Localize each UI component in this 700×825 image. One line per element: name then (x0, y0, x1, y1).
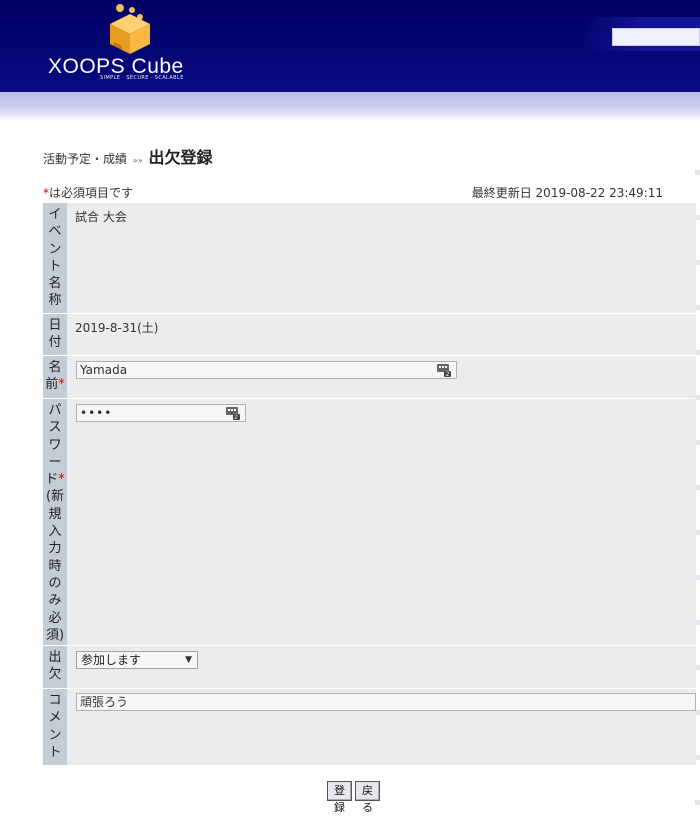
cube-logo-icon (110, 4, 150, 54)
attendance-row: 出欠 参加します ▼ (43, 646, 696, 688)
event-row: イベント名称 試合 大会 (43, 203, 696, 313)
attendance-select[interactable]: 参加します ▼ (76, 651, 198, 669)
logo-tagline: SIMPLE · SECURE · SCALABLE (100, 75, 184, 81)
xoops-cube-logo[interactable]: XOOPS Cube SIMPLE · SECURE · SCALABLE (44, 2, 209, 88)
back-button[interactable]: 戻る (355, 781, 380, 814)
password-input-value: •••• (80, 406, 113, 420)
name-row: 名前* Yamada 2 (43, 356, 696, 398)
name-input-value: Yamada (80, 363, 128, 377)
required-note-text: は必須項目です (49, 186, 134, 200)
required-note: *は必須項目です (43, 184, 133, 201)
date-value: 2019-8-31(土) (75, 321, 159, 335)
attendance-label: 出欠 (43, 646, 67, 688)
name-required-star: * (58, 377, 65, 393)
event-value: 試合 大会 (75, 210, 127, 224)
keyboard-icon[interactable]: 2 (437, 363, 451, 377)
breadcrumb: 活動予定・成績 »» 出欠登録 (43, 144, 212, 168)
save-button[interactable]: 登録 (327, 781, 352, 814)
password-row: パスワード*(新規入力時のみ必須) •••• 2 (43, 399, 696, 645)
dropdown-arrow-icon: ▼ (185, 655, 192, 665)
name-label: 名前* (43, 356, 67, 398)
name-input[interactable]: Yamada 2 (76, 361, 457, 379)
date-label: 日付 (43, 314, 67, 355)
attendance-selected-value: 参加します (81, 653, 142, 667)
date-row: 日付 2019-8-31(土) (43, 314, 696, 355)
comment-input-value: 頑張ろう (80, 695, 129, 709)
password-required-star: * (58, 472, 65, 488)
svg-text:2: 2 (446, 371, 450, 377)
keyboard-icon[interactable]: 2 (226, 406, 240, 420)
page-title: 出欠登録 (148, 148, 213, 167)
password-label: パスワード*(新規入力時のみ必須) (43, 399, 67, 645)
comment-input[interactable]: 頑張ろう (76, 693, 696, 711)
site-header: XOOPS Cube SIMPLE · SECURE · SCALABLE (0, 0, 700, 92)
event-label: イベント名称 (43, 203, 67, 313)
password-label-note: (新規入力時のみ必須) (45, 489, 65, 643)
breadcrumb-parent-link[interactable]: 活動予定・成績 (43, 152, 127, 166)
comment-row: コメント 頑張ろう (43, 689, 696, 765)
svg-text:2: 2 (234, 414, 239, 420)
header-search-input[interactable] (612, 28, 700, 46)
comment-label: コメント (43, 689, 67, 765)
breadcrumb-separator: »» (132, 156, 143, 165)
header-band (0, 92, 700, 120)
password-input[interactable]: •••• 2 (76, 404, 246, 422)
last-updated: 最終更新日 2019-08-22 23:49:11 (471, 186, 663, 200)
